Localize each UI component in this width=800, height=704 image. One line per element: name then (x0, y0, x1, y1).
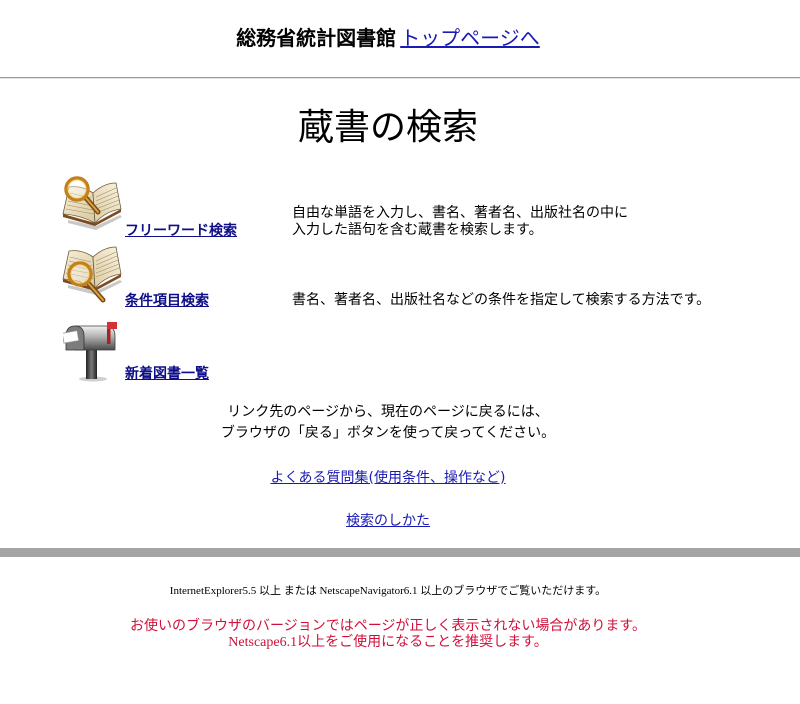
free-word-search-link[interactable]: フリーワード検索 (125, 223, 237, 240)
condition-search-link[interactable]: 条件項目検索 (125, 293, 209, 310)
menu-row-free-word-search: フリーワード検索 自由な単語を入力し、書名、著者名、出版社名の中に 入力した語句… (0, 172, 800, 241)
menu-cell: 新着図書一覧 (0, 311, 292, 384)
book-magnifier-icon (56, 175, 125, 231)
browser-warning: お使いのブラウザのバージョンではページが正しく表示されない場合があります。 Ne… (0, 619, 776, 651)
new-books-link[interactable]: 新着図書一覧 (125, 366, 209, 383)
page: 総務省統計図書館 トップページへ 蔵書の検索 フリーワード検索 自由な単語を入力… (0, 0, 800, 704)
faq-link[interactable]: よくある質問集(使用条件、操作など) (271, 470, 506, 486)
menu-cell: フリーワード検索 (0, 172, 292, 241)
menu-row-new-books: 新着図書一覧 (0, 311, 800, 384)
note-line: ブラウザの「戻る」ボタンを使って戻ってください。 (220, 425, 556, 441)
section-divider (0, 548, 800, 557)
description-line: 書名、著者名、出版社名などの条件を指定して検索する方法です。 (292, 292, 711, 308)
note-line: リンク先のページから、現在のページに戻るには、 (227, 404, 549, 420)
description-line: 自由な単語を入力し、書名、著者名、出版社名の中に (292, 205, 628, 221)
warning-line: お使いのブラウザのバージョンではページが正しく表示されない場合があります。 (129, 619, 647, 634)
menu-cell: 条件項目検索 (0, 241, 292, 311)
menu-row-condition-search: 条件項目検索 書名、著者名、出版社名などの条件を指定して検索する方法です。 (0, 241, 800, 311)
search-menu: フリーワード検索 自由な単語を入力し、書名、著者名、出版社名の中に 入力した語句… (0, 172, 800, 384)
mailbox-icon (56, 318, 125, 382)
header-divider (0, 77, 800, 79)
search-howto-link[interactable]: 検索のしかた (346, 513, 430, 529)
page-title: 蔵書の検索 (297, 107, 478, 148)
site-header: 総務省統計図書館 トップページへ (0, 0, 776, 77)
warning-line: Netscape6.1以上をご使用になることを推奨します。 (228, 635, 548, 650)
free-word-search-description: 自由な単語を入力し、書名、著者名、出版社名の中に 入力した語句を含む蔵書を検索し… (292, 205, 628, 239)
back-navigation-note: リンク先のページから、現在のページに戻るには、 ブラウザの「戻る」ボタンを使って… (0, 402, 776, 444)
browser-requirement-note: InternetExplorer5.5 以上 または NetscapeNavig… (169, 585, 607, 597)
condition-search-description: 書名、著者名、出版社名などの条件を指定して検索する方法です。 (292, 292, 710, 309)
howto-line: 検索のしかた (0, 511, 776, 531)
org-name: 総務省統計図書館 (236, 26, 397, 50)
description-line: 入力した語句を含む蔵書を検索します。 (292, 222, 543, 238)
book-magnifier-icon (56, 243, 125, 305)
faq-line: よくある質問集(使用条件、操作など) (0, 468, 776, 488)
top-page-link[interactable]: トップページへ (400, 26, 540, 50)
